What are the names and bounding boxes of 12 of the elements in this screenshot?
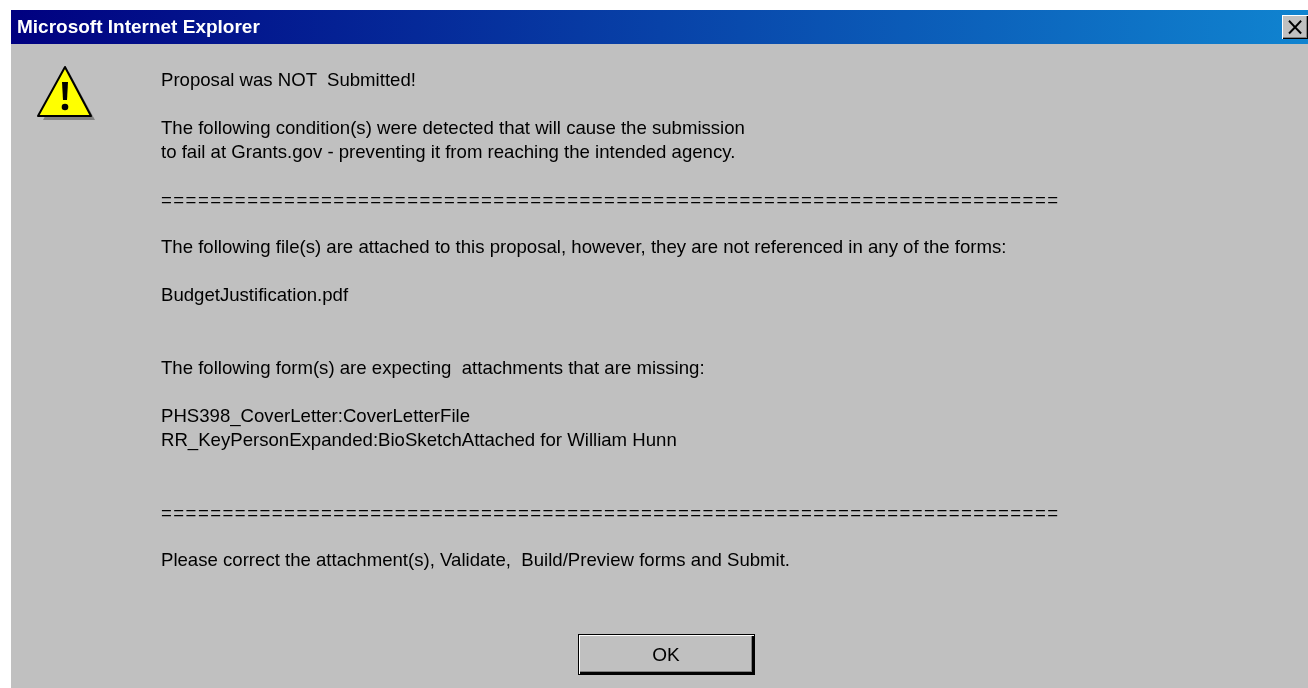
window-title: Microsoft Internet Explorer	[17, 16, 261, 38]
message-heading: Proposal was NOT Submitted!	[161, 68, 417, 92]
close-button[interactable]: ×	[1282, 15, 1308, 39]
message-paragraph: Please correct the attachment(s), Validate, Build/Preview forms and Submit.	[161, 548, 792, 572]
message-paragraph: The following condition(s) were detected that will cause the submission to fail at Grants.gov - preventing it from reaching the intended agency.	[161, 116, 746, 164]
separator-text: =========================================================================	[161, 188, 1060, 212]
item-list: PHS398_CoverLetter:CoverLetterFile RR_KeyPersonExpanded:BioSketchAttached for William Hunn	[161, 404, 1060, 452]
item-list: BudgetJustification.pdf	[161, 283, 1060, 307]
message-paragraph: The following file(s) are attached to this proposal, however, they are not referenced in any of the forms:	[161, 235, 1008, 259]
separator-text: =========================================================================	[161, 501, 1060, 525]
ok-button[interactable]: OK	[577, 634, 755, 675]
message-paragraph: The following form(s) are expecting attachments that are missing:	[161, 356, 706, 380]
